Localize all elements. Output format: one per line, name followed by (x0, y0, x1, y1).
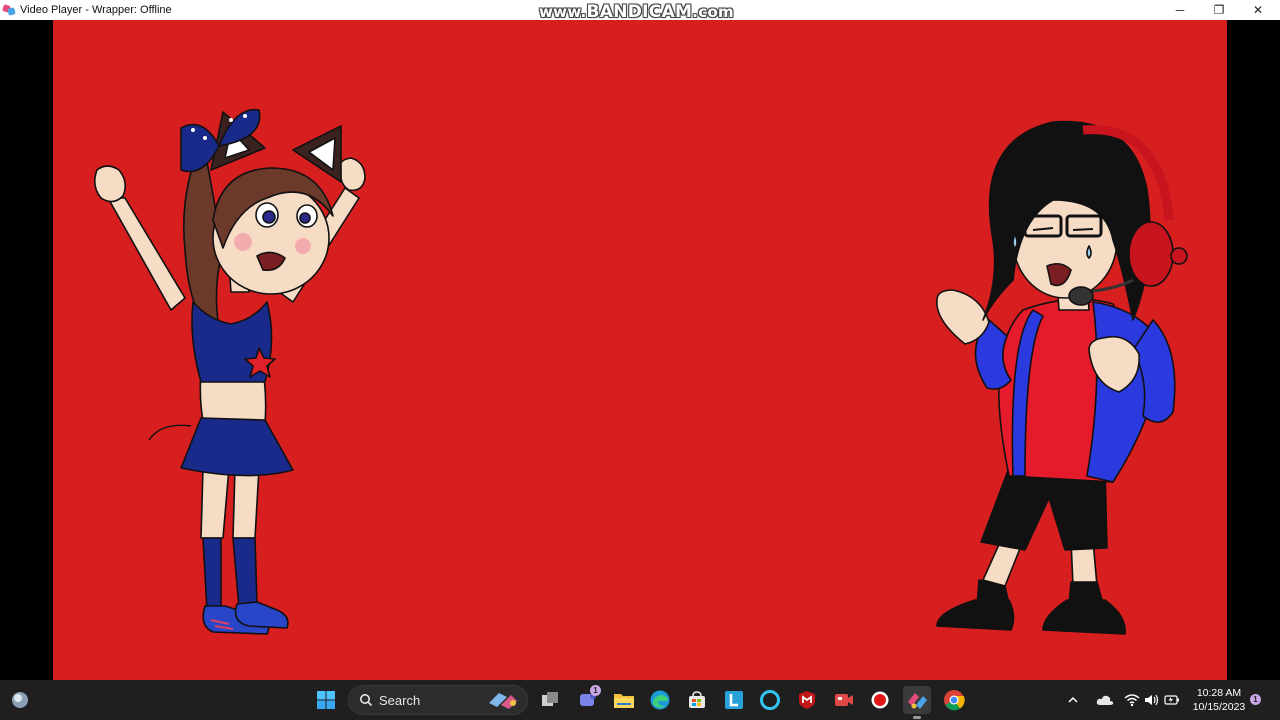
chevron-up-icon (1068, 696, 1078, 703)
clock[interactable]: 10:28 AM 10/15/2023 (1188, 686, 1250, 714)
battery-status[interactable] (1162, 686, 1182, 714)
video-camera-icon (835, 694, 853, 706)
chrome-icon (944, 690, 965, 711)
notification-center-badge[interactable]: 1 (1250, 694, 1261, 705)
weather-widget[interactable] (6, 686, 34, 714)
chrome-button[interactable] (940, 686, 968, 714)
onedrive-button[interactable] (1094, 686, 1116, 714)
edge-icon (650, 690, 670, 710)
search-icon (360, 694, 373, 707)
bandicam-watermark: www.BANDICAM.com (539, 2, 734, 22)
start-icon (317, 691, 335, 709)
scene-illustration (93, 108, 1188, 635)
task-view-button[interactable] (536, 686, 564, 714)
video-frame[interactable] (53, 20, 1227, 680)
mcafee-button[interactable] (793, 686, 821, 714)
cat-girl-character (93, 108, 366, 635)
mcafee-icon (799, 691, 815, 709)
video-camera-button[interactable] (830, 686, 858, 714)
minimize-button[interactable]: ─ (1160, 0, 1200, 20)
letterbox-left (0, 20, 53, 680)
letterbox-right (1227, 20, 1280, 680)
task-view-icon (542, 692, 558, 706)
edge-button[interactable] (646, 686, 674, 714)
speaker-icon (1145, 694, 1159, 706)
restore-button[interactable]: ❐ (1199, 0, 1239, 20)
wrapper-app-icon (908, 693, 927, 709)
taskbar-search-box[interactable]: Search (348, 685, 528, 715)
show-hidden-icons-button[interactable] (1064, 686, 1082, 714)
weather-icon (12, 692, 28, 708)
teams-chat-button[interactable]: 1 (574, 685, 602, 714)
search-highlight-icon (489, 693, 517, 709)
alexa-icon (760, 690, 780, 710)
l-app-button[interactable] (720, 686, 748, 714)
file-explorer-icon (614, 694, 634, 708)
volume-status[interactable] (1142, 686, 1162, 714)
window-title-bar[interactable]: Video Player - Wrapper: Offline www.BAND… (0, 0, 1280, 22)
wifi-icon (1124, 694, 1140, 707)
store-icon (689, 691, 705, 708)
record-button[interactable] (866, 686, 894, 714)
store-button[interactable] (683, 686, 711, 714)
minimize-icon: ─ (1175, 3, 1185, 17)
clock-date: 10/15/2023 (1192, 701, 1246, 713)
restore-icon: ❐ (1213, 3, 1225, 17)
alexa-button[interactable] (756, 686, 784, 714)
wrapper-app-button[interactable] (903, 686, 931, 714)
record-icon (871, 691, 889, 709)
search-label: Search (379, 692, 421, 708)
clock-time: 10:28 AM (1196, 687, 1242, 699)
window-title: Video Player - Wrapper: Offline (20, 4, 172, 16)
video-player-app-icon (2, 4, 16, 16)
close-button[interactable]: ✕ (1238, 0, 1278, 20)
wifi-status[interactable] (1122, 686, 1142, 714)
headset-boy-character (936, 120, 1188, 635)
battery-charging-icon (1164, 695, 1179, 705)
notification-badge: 1 (590, 685, 601, 696)
cloud-icon (1096, 695, 1114, 705)
file-explorer-button[interactable] (610, 686, 638, 714)
close-icon: ✕ (1252, 3, 1264, 17)
l-app-icon (725, 691, 743, 709)
start-button[interactable] (312, 686, 340, 714)
active-indicator (913, 716, 921, 719)
windows-taskbar: Search 1 10:28 AM 10/15/2023 1 (0, 680, 1280, 720)
